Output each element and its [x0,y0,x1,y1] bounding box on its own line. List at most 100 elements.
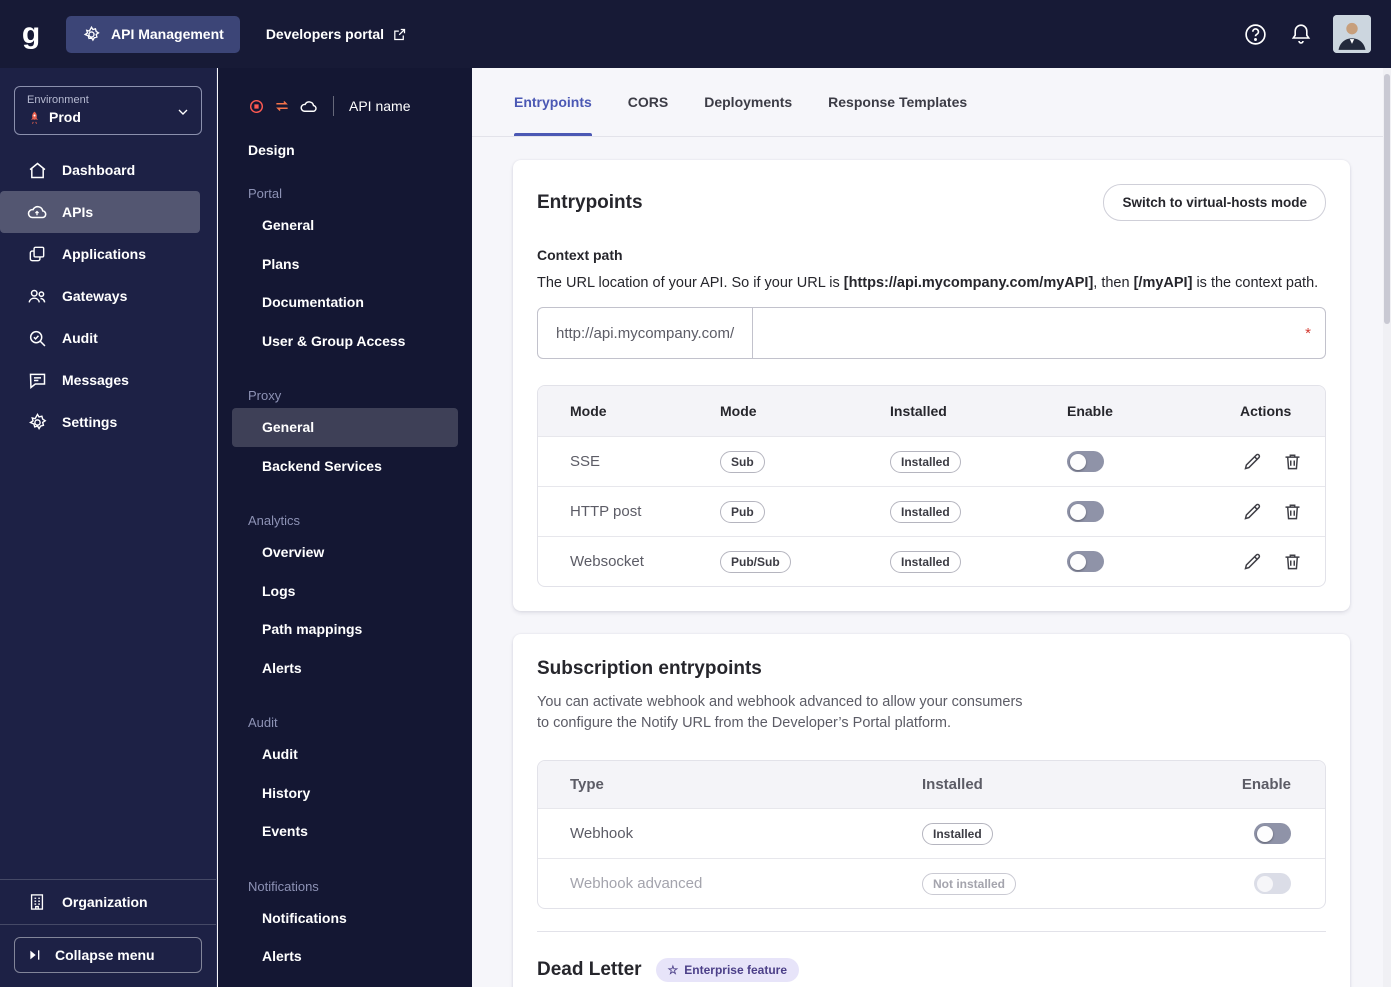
bell-icon [1289,22,1313,46]
section-title-proxy: Proxy [248,388,282,403]
enable-toggle[interactable] [1067,451,1104,472]
section-title-analytics: Analytics [248,513,301,528]
collapse-icon [27,947,43,963]
switch-virtual-hosts-button[interactable]: Switch to virtual-hosts mode [1103,184,1326,221]
mode-chip: Pub/Sub [720,550,791,573]
installed-chip: Installed [890,500,961,523]
scrollbar-thumb[interactable] [1384,74,1390,324]
entrypoint-name: Websocket [570,553,644,570]
menu-item-documentation[interactable]: Documentation [218,283,472,322]
tab-deployments[interactable]: Deployments [704,68,792,136]
menu-item-proxy-general[interactable]: General [232,408,458,447]
sidebar-item-applications[interactable]: Applications [0,233,216,275]
primary-sidebar: Environment Prod Dashboard APIs Applicat… [0,68,217,987]
sidebar-item-apis[interactable]: APIs [0,191,200,233]
help-button[interactable] [1241,20,1269,48]
menu-item-design[interactable]: Design [218,116,472,158]
copy-icon [26,243,48,265]
sidebar-item-settings[interactable]: Settings [0,401,216,443]
sidebar-item-messages[interactable]: Messages [0,359,216,401]
menu-item-portal-general[interactable]: General [218,206,472,245]
app-switcher-button[interactable]: API Management [66,15,240,53]
star-icon: ☆ [667,963,679,978]
installed-chip: Installed [890,450,961,473]
sidebar-item-label: Gateways [62,288,128,304]
menu-item-overview[interactable]: Overview [218,533,472,572]
header-mode-chip: Mode [720,403,757,419]
delete-button[interactable] [1280,450,1304,474]
description-line: You can activate webhook and webhook adv… [537,694,1023,710]
mode-chip: Sub [720,450,765,473]
scrollbar[interactable] [1383,68,1391,987]
gravitee-logo[interactable]: g [8,17,54,51]
menu-item-events[interactable]: Events [218,812,472,851]
menu-item-user-group-access[interactable]: User & Group Access [218,322,472,361]
delete-button[interactable] [1280,550,1304,574]
edit-button[interactable] [1240,450,1264,474]
enterprise-feature-badge: ☆ Enterprise feature [655,958,799,983]
menu-item-notifications[interactable]: Notifications [218,899,472,938]
sidebar-item-organization[interactable]: Organization [0,880,216,924]
edit-button[interactable] [1240,550,1264,574]
entrypoints-table: Mode Mode Installed Enable Actions SSE S… [537,385,1326,587]
menu-item-notification-alerts[interactable]: Alerts [218,937,472,976]
developers-portal-link[interactable]: Developers portal [266,26,407,42]
tab-cors[interactable]: CORS [628,68,668,136]
notifications-button[interactable] [1287,20,1315,48]
gear-icon [26,411,48,433]
menu-item-backend-services[interactable]: Backend Services [218,447,472,486]
menu-item-path-mappings[interactable]: Path mappings [218,610,472,649]
divider [333,96,334,116]
required-asterisk: * [1305,324,1311,342]
badge-label: Enterprise feature [684,963,787,978]
subscription-description: You can activate webhook and webhook adv… [537,692,1326,734]
subscription-entrypoints-card: Subscription entrypoints You can activat… [513,634,1350,987]
main-content: Entrypoints CORS Deployments Response Te… [472,68,1391,987]
description-path: [/myAPI] [1133,275,1193,291]
sidebar-item-label: APIs [62,204,94,220]
sidebar-footer: Organization Collapse menu [0,879,216,987]
sidebar-item-label: Dashboard [62,162,136,178]
header-type: Type [570,776,604,794]
sidebar-item-gateways[interactable]: Gateways [0,275,216,317]
subscription-row-webhook: Webhook Installed [538,808,1325,858]
collapse-menu-button[interactable]: Collapse menu [14,937,202,973]
menu-item-history[interactable]: History [218,774,472,813]
context-path-input[interactable] [753,308,1306,358]
chat-icon [26,369,48,391]
installed-chip: Installed [890,550,961,573]
sidebar-item-label: Applications [62,246,147,262]
stop-status-icon [248,98,265,115]
subscription-title: Subscription entrypoints [537,658,762,679]
cloud-status-icon [299,97,318,116]
header-enable: Enable [1067,403,1113,419]
search-check-icon [26,327,48,349]
enable-toggle[interactable] [1067,551,1104,572]
menu-item-audit[interactable]: Audit [218,735,472,774]
edit-button[interactable] [1240,500,1264,524]
divider [537,931,1326,933]
sidebar-item-dashboard[interactable]: Dashboard [0,149,216,191]
enable-toggle-disabled [1254,873,1291,895]
description-line: to configure the Notify URL from the Dev… [537,715,951,732]
entrypoint-row-websocket: Websocket Pub/Sub Installed [538,536,1325,586]
description-text: The URL location of your API. So if your… [537,275,844,291]
portal-link-label: Developers portal [265,26,385,42]
menu-item-plans[interactable]: Plans [218,245,472,284]
description-url: [https://api.mycompany.com/myAPI] [843,275,1094,291]
context-path-label: Context path [537,247,623,263]
delete-button[interactable] [1280,500,1304,524]
header-installed: Installed [890,403,947,419]
user-avatar[interactable] [1333,15,1371,53]
building-icon [26,891,48,913]
menu-item-logs[interactable]: Logs [218,572,472,611]
menu-item-analytics-alerts[interactable]: Alerts [218,649,472,688]
api-name-label: API name [349,98,411,114]
enable-toggle[interactable] [1067,501,1104,522]
subscription-row-webhook-advanced: Webhook advanced Not installed [538,858,1325,908]
environment-selector[interactable]: Environment Prod [14,86,202,135]
tab-entrypoints[interactable]: Entrypoints [514,68,592,136]
sidebar-item-audit[interactable]: Audit [0,317,216,359]
tab-response-templates[interactable]: Response Templates [828,68,967,136]
enable-toggle[interactable] [1254,823,1291,845]
